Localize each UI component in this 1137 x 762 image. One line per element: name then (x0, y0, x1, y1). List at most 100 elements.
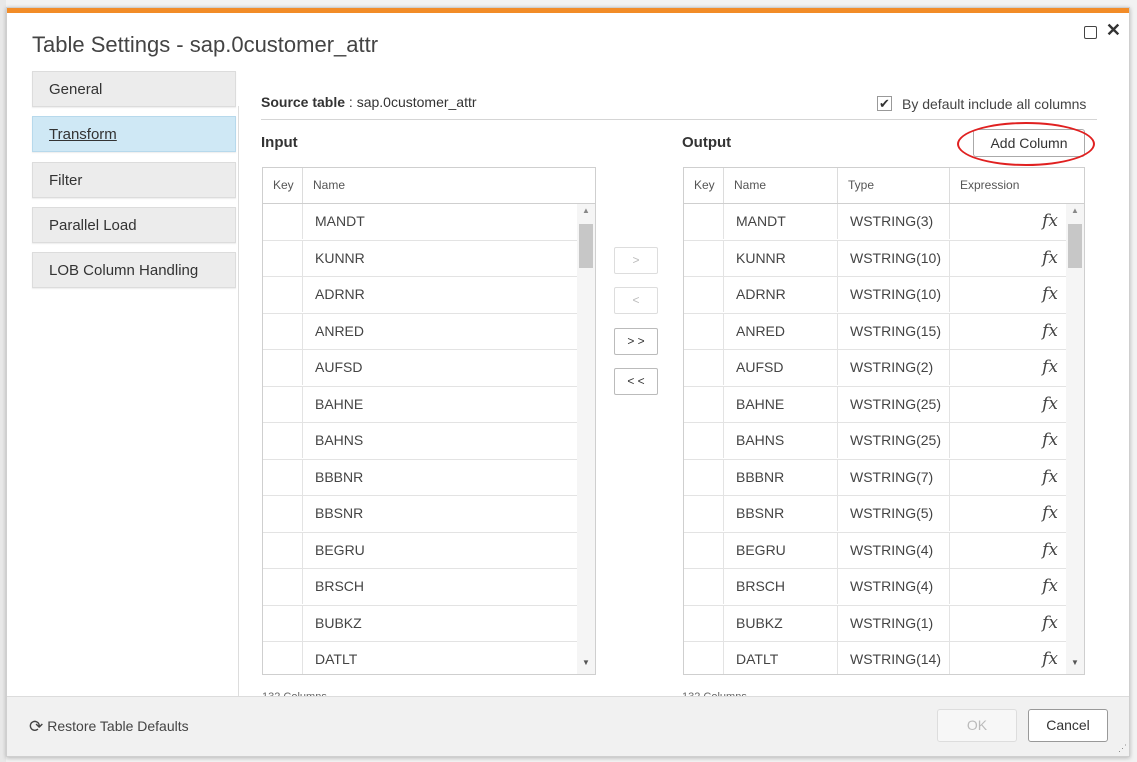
table-row[interactable]: BBSNR WSTRING(5) fx (684, 496, 1066, 533)
key-cell[interactable] (684, 605, 724, 641)
key-cell[interactable] (684, 423, 724, 458)
sidebar-item-transform[interactable]: Transform (32, 116, 236, 152)
expression-fx-icon[interactable]: fx (950, 314, 1066, 349)
key-cell[interactable] (263, 204, 303, 239)
expression-fx-icon[interactable]: fx (950, 533, 1066, 568)
expression-fx-icon[interactable]: fx (950, 642, 1066, 674)
sidebar-item-filter[interactable]: Filter (32, 162, 236, 198)
ok-button[interactable]: OK (937, 709, 1017, 742)
table-row[interactable]: BBBNR WSTRING(7) fx (684, 459, 1066, 496)
input-scrollbar[interactable]: ▲ ▼ (577, 204, 595, 674)
key-cell[interactable] (684, 313, 724, 349)
table-row[interactable]: BAHNS (263, 423, 577, 460)
table-row[interactable]: KUNNR (263, 240, 577, 277)
type-cell: WSTRING(14) (838, 642, 950, 674)
table-row[interactable]: BAHNE (263, 386, 577, 423)
key-cell[interactable] (263, 240, 303, 276)
key-cell[interactable] (684, 277, 724, 312)
key-cell[interactable] (263, 532, 303, 568)
cancel-button[interactable]: Cancel (1028, 709, 1108, 742)
sidebar-item-parallel-load[interactable]: Parallel Load (32, 207, 236, 243)
expression-fx-icon[interactable]: fx (950, 423, 1066, 458)
input-col-key[interactable]: Key (263, 168, 303, 203)
key-cell[interactable] (684, 240, 724, 276)
key-cell[interactable] (684, 532, 724, 568)
name-cell: BBBNR (315, 468, 364, 485)
add-all-button[interactable]: > > (614, 328, 658, 355)
key-cell[interactable] (263, 569, 303, 604)
expression-fx-icon[interactable]: fx (950, 387, 1066, 422)
output-scrollbar[interactable]: ▲ ▼ (1066, 204, 1084, 674)
table-row[interactable]: ANRED (263, 313, 577, 350)
table-row[interactable]: MANDT (263, 204, 577, 241)
table-row[interactable]: BAHNS WSTRING(25) fx (684, 423, 1066, 460)
expression-fx-icon[interactable]: fx (950, 606, 1066, 641)
maximize-icon[interactable] (1084, 26, 1097, 39)
scroll-up-icon[interactable]: ▲ (1066, 206, 1084, 220)
key-cell[interactable] (684, 350, 724, 385)
name-cell: AUFSD (315, 359, 363, 375)
table-row[interactable]: BEGRU (263, 532, 577, 569)
key-cell[interactable] (684, 459, 724, 495)
table-row[interactable]: ANRED WSTRING(15) fx (684, 313, 1066, 350)
table-row[interactable]: BUBKZ WSTRING(1) fx (684, 605, 1066, 642)
close-icon[interactable]: ✕ (1106, 20, 1121, 41)
key-cell[interactable] (263, 350, 303, 385)
resize-grip-icon[interactable]: ⋰ (1118, 743, 1127, 754)
expression-fx-icon[interactable]: fx (950, 350, 1066, 385)
add-selected-button[interactable]: > (614, 247, 658, 274)
expression-fx-icon[interactable]: fx (950, 460, 1066, 495)
table-row[interactable]: BEGRU WSTRING(4) fx (684, 532, 1066, 569)
key-cell[interactable] (684, 569, 724, 604)
output-col-type[interactable]: Type (838, 168, 950, 203)
key-cell[interactable] (263, 313, 303, 349)
expression-fx-icon[interactable]: fx (950, 277, 1066, 312)
expression-fx-icon[interactable]: fx (950, 204, 1066, 239)
table-row[interactable]: KUNNR WSTRING(10) fx (684, 240, 1066, 277)
table-row[interactable]: DATLT WSTRING(14) fx (684, 642, 1066, 674)
expression-fx-icon[interactable]: fx (950, 496, 1066, 531)
add-column-button[interactable]: Add Column (973, 129, 1085, 157)
key-cell[interactable] (263, 605, 303, 641)
table-row[interactable]: BUBKZ (263, 605, 577, 642)
key-cell[interactable] (263, 642, 303, 674)
key-cell[interactable] (263, 459, 303, 495)
sidebar-item-general[interactable]: General (32, 71, 236, 107)
table-row[interactable]: BBBNR (263, 459, 577, 496)
expression-fx-icon[interactable]: fx (950, 569, 1066, 604)
scroll-up-icon[interactable]: ▲ (577, 206, 595, 220)
table-row[interactable]: BRSCH WSTRING(4) fx (684, 569, 1066, 606)
expression-fx-icon[interactable]: fx (950, 241, 1066, 276)
remove-selected-button[interactable]: < (614, 287, 658, 314)
key-cell[interactable] (684, 204, 724, 239)
restore-defaults-link[interactable]: ⟳ Restore Table Defaults (29, 717, 189, 737)
table-row[interactable]: AUFSD WSTRING(2) fx (684, 350, 1066, 387)
table-row[interactable]: MANDT WSTRING(3) fx (684, 204, 1066, 241)
include-all-checkbox[interactable]: ✔ (877, 96, 892, 111)
output-scroll-thumb[interactable] (1068, 224, 1082, 268)
remove-all-button[interactable]: < < (614, 368, 658, 395)
key-cell[interactable] (684, 496, 724, 531)
table-row[interactable]: BAHNE WSTRING(25) fx (684, 386, 1066, 423)
key-cell[interactable] (684, 386, 724, 422)
table-row[interactable]: BRSCH (263, 569, 577, 606)
table-row[interactable]: ADRNR WSTRING(10) fx (684, 277, 1066, 314)
scroll-down-icon[interactable]: ▼ (1066, 658, 1084, 672)
output-col-name[interactable]: Name (724, 168, 838, 203)
output-col-expression[interactable]: Expression (950, 168, 1084, 203)
table-row[interactable]: AUFSD (263, 350, 577, 387)
type-cell: WSTRING(4) (838, 569, 950, 604)
key-cell[interactable] (263, 423, 303, 458)
table-row[interactable]: BBSNR (263, 496, 577, 533)
key-cell[interactable] (263, 496, 303, 531)
sidebar-item-lob-column-handling[interactable]: LOB Column Handling (32, 252, 236, 288)
table-row[interactable]: ADRNR (263, 277, 577, 314)
key-cell[interactable] (263, 277, 303, 312)
output-col-key[interactable]: Key (684, 168, 724, 203)
key-cell[interactable] (684, 642, 724, 674)
input-col-name[interactable]: Name (303, 168, 595, 203)
table-row[interactable]: DATLT (263, 642, 577, 674)
scroll-down-icon[interactable]: ▼ (577, 658, 595, 672)
input-scroll-thumb[interactable] (579, 224, 593, 268)
key-cell[interactable] (263, 386, 303, 422)
